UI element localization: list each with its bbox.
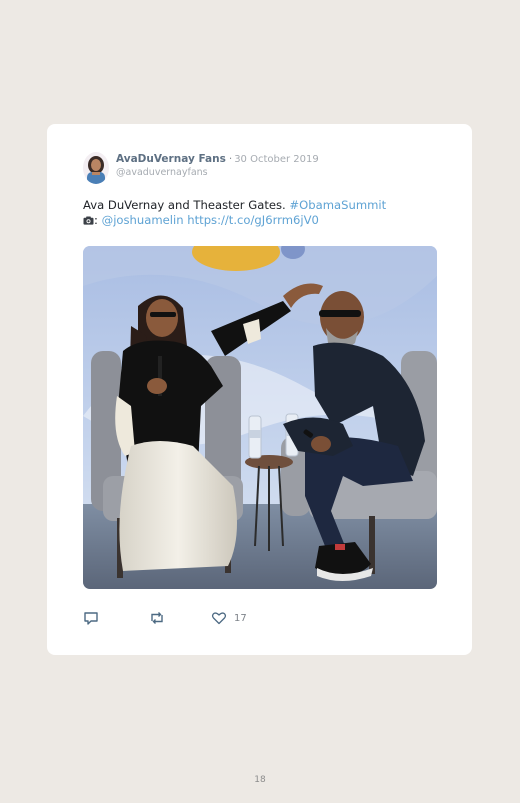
page-number: 18	[254, 775, 266, 785]
author-name[interactable]: AvaDuVernay Fans	[116, 153, 226, 165]
like-button[interactable]: 17	[211, 611, 247, 625]
meta-separator: ·	[228, 153, 233, 165]
tweet-date[interactable]: 30 October 2019	[234, 154, 319, 165]
url-link[interactable]: https://t.co/gJ6rrm6jV0	[187, 213, 319, 227]
retweet-icon	[151, 612, 163, 624]
reply-button[interactable]	[83, 611, 99, 625]
avatar-image	[83, 152, 109, 184]
photo-image	[83, 246, 437, 589]
author-handle[interactable]: @avaduvernayfans	[116, 167, 208, 178]
tweet-photo[interactable]	[83, 246, 437, 589]
mention-link[interactable]: @joshuamelin	[102, 213, 184, 227]
camera-credit-separator: :	[94, 213, 102, 227]
reply-icon	[84, 612, 98, 625]
heart-icon	[211, 612, 227, 625]
avatar[interactable]	[83, 152, 109, 184]
like-count: 17	[234, 612, 247, 624]
tweet-text: Ava DuVernay and Theaster Gates. #ObamaS…	[83, 198, 443, 228]
author-line: AvaDuVernay Fans · 30 October 2019	[116, 153, 319, 165]
hashtag-link[interactable]: #ObamaSummit	[289, 198, 386, 212]
tweet-text-main: Ava DuVernay and Theaster Gates.	[83, 198, 290, 212]
tweet-card: AvaDuVernay Fans · 30 October 2019 @avaduv…	[47, 124, 472, 655]
camera-icon	[83, 214, 94, 225]
tweet-actions: 17	[83, 610, 247, 626]
retweet-button[interactable]	[149, 611, 165, 625]
